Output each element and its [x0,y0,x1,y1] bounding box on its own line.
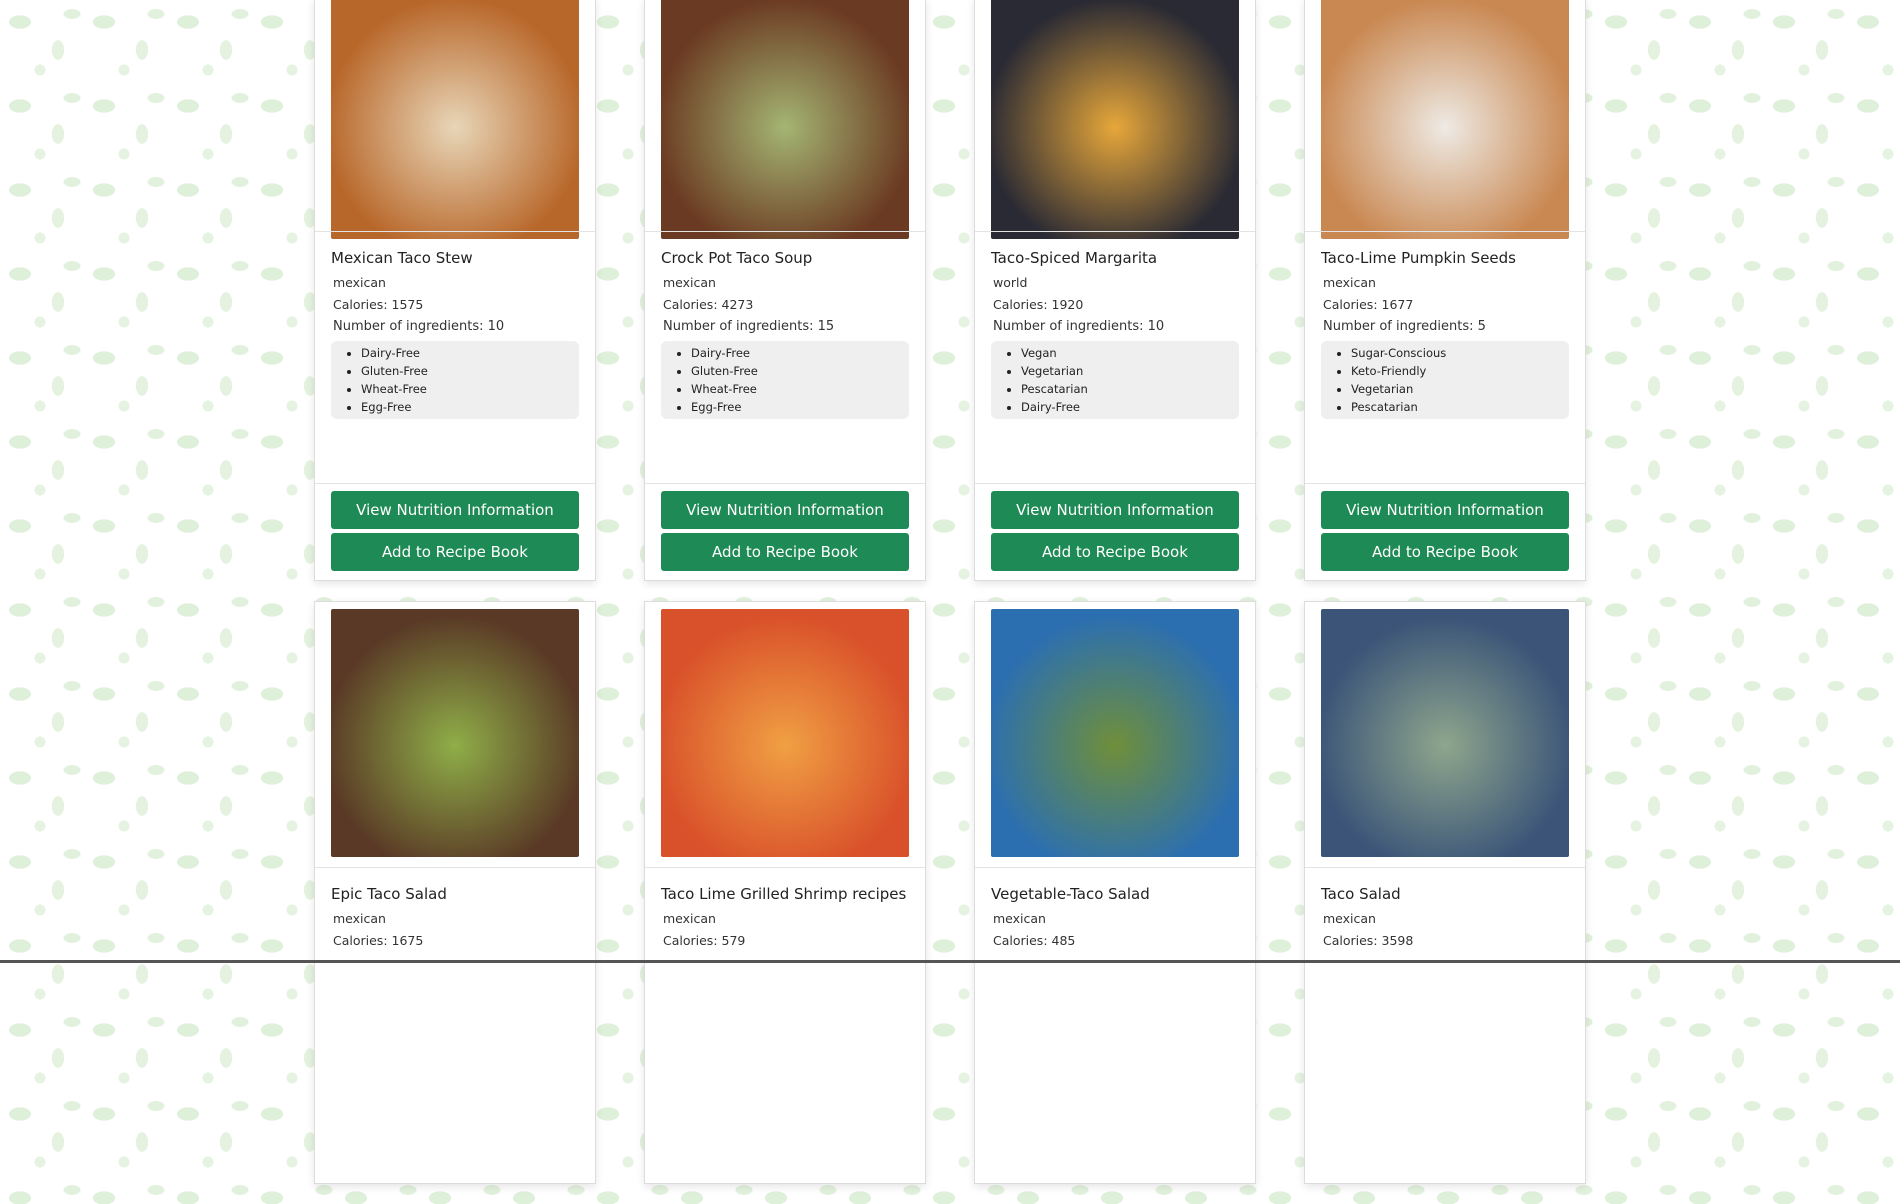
health-labels: Dairy-Free Gluten-Free Wheat-Free Egg-Fr… [661,341,909,419]
recipe-image[interactable] [331,0,579,239]
recipe-calories: Calories: 579 [663,933,746,948]
recipe-ingredient-count: Number of ingredients: 10 [993,319,1165,334]
divider [975,231,1255,232]
recipe-calories: Calories: 1675 [333,933,424,948]
recipe-ingredient-count: Number of ingredients: 10 [333,319,505,334]
recipe-image[interactable] [991,0,1239,239]
recipe-cuisine: mexican [1323,275,1376,290]
recipe-cuisine: mexican [663,275,716,290]
health-label: Gluten-Free [361,362,579,380]
divider [645,231,925,232]
recipe-calories: Calories: 3598 [1323,933,1414,948]
recipe-image[interactable] [1321,609,1569,857]
divider [315,867,595,868]
view-nutrition-button[interactable]: View Nutrition Information [661,491,909,529]
recipe-title: Vegetable-Taco Salad [991,885,1150,903]
recipe-card: Vegetable-Taco Salad mexican Calories: 4… [974,601,1256,1184]
divider [315,231,595,232]
recipe-calories: Calories: 1677 [1323,297,1414,312]
add-to-recipe-book-button[interactable]: Add to Recipe Book [991,533,1239,571]
recipe-cuisine: mexican [333,275,386,290]
recipe-title: Epic Taco Salad [331,885,447,903]
health-label: Vegetarian [1351,380,1569,398]
health-label: Wheat-Free [691,380,909,398]
health-label: Egg-Free [691,398,909,416]
recipe-calories: Calories: 1920 [993,297,1084,312]
health-label: Gluten-Free [691,362,909,380]
health-label: Sugar-Conscious [1351,344,1569,362]
recipe-ingredient-count: Number of ingredients: 15 [663,319,835,334]
health-label: Vegetarian [1021,362,1239,380]
health-label: Dairy-Free [361,344,579,362]
divider [975,867,1255,868]
recipe-calories: Calories: 1575 [333,297,424,312]
recipe-calories: Calories: 4273 [663,297,754,312]
health-label: Keto-Friendly [1351,362,1569,380]
recipe-image[interactable] [661,0,909,239]
recipe-card: Epic Taco Salad mexican Calories: 1675 [314,601,596,1184]
divider [1305,231,1585,232]
recipe-ingredient-count: Number of ingredients: 5 [1323,319,1486,334]
recipe-cuisine: mexican [663,911,716,926]
recipe-title: Taco-Spiced Margarita [991,249,1158,267]
recipe-card: Mexican Taco Stew mexican Calories: 1575… [314,0,596,581]
recipe-title: Taco Salad [1321,885,1401,903]
health-labels: Dairy-Free Gluten-Free Wheat-Free Egg-Fr… [331,341,579,419]
recipe-cuisine: mexican [993,911,1046,926]
divider [975,483,1255,484]
recipe-image[interactable] [661,609,909,857]
health-label: Pescatarian [1021,380,1239,398]
recipe-image[interactable] [331,609,579,857]
recipe-cuisine: world [993,275,1028,290]
health-label: Egg-Free [361,398,579,416]
view-nutrition-button[interactable]: View Nutrition Information [331,491,579,529]
recipe-card: Taco Lime Grilled Shrimp recipes mexican… [644,601,926,1184]
divider [645,483,925,484]
view-nutrition-button[interactable]: View Nutrition Information [1321,491,1569,529]
view-nutrition-button[interactable]: View Nutrition Information [991,491,1239,529]
recipe-cuisine: mexican [1323,911,1376,926]
recipe-grid: Mexican Taco Stew mexican Calories: 1575… [314,0,1586,1204]
divider [315,483,595,484]
health-label: Dairy-Free [1021,398,1239,416]
recipe-card: Taco-Spiced Margarita world Calories: 19… [974,0,1256,581]
add-to-recipe-book-button[interactable]: Add to Recipe Book [1321,533,1569,571]
recipe-title: Taco Lime Grilled Shrimp recipes [661,885,907,903]
recipe-title: Taco-Lime Pumpkin Seeds [1321,249,1516,267]
recipe-title: Mexican Taco Stew [331,249,473,267]
health-label: Wheat-Free [361,380,579,398]
health-label: Pescatarian [1351,398,1569,416]
add-to-recipe-book-button[interactable]: Add to Recipe Book [331,533,579,571]
health-labels: Vegan Vegetarian Pescatarian Dairy-Free [991,341,1239,419]
recipe-card: Taco-Lime Pumpkin Seeds mexican Calories… [1304,0,1586,581]
recipe-image[interactable] [1321,0,1569,239]
recipe-cuisine: mexican [333,911,386,926]
health-label: Dairy-Free [691,344,909,362]
recipe-title: Crock Pot Taco Soup [661,249,813,267]
health-label: Vegan [1021,344,1239,362]
recipe-card: Crock Pot Taco Soup mexican Calories: 42… [644,0,926,581]
recipe-image[interactable] [991,609,1239,857]
add-to-recipe-book-button[interactable]: Add to Recipe Book [661,533,909,571]
divider [1305,867,1585,868]
health-labels: Sugar-Conscious Keto-Friendly Vegetarian… [1321,341,1569,419]
recipe-card: Taco Salad mexican Calories: 3598 [1304,601,1586,1184]
divider [1305,483,1585,484]
recipe-calories: Calories: 485 [993,933,1076,948]
divider [645,867,925,868]
